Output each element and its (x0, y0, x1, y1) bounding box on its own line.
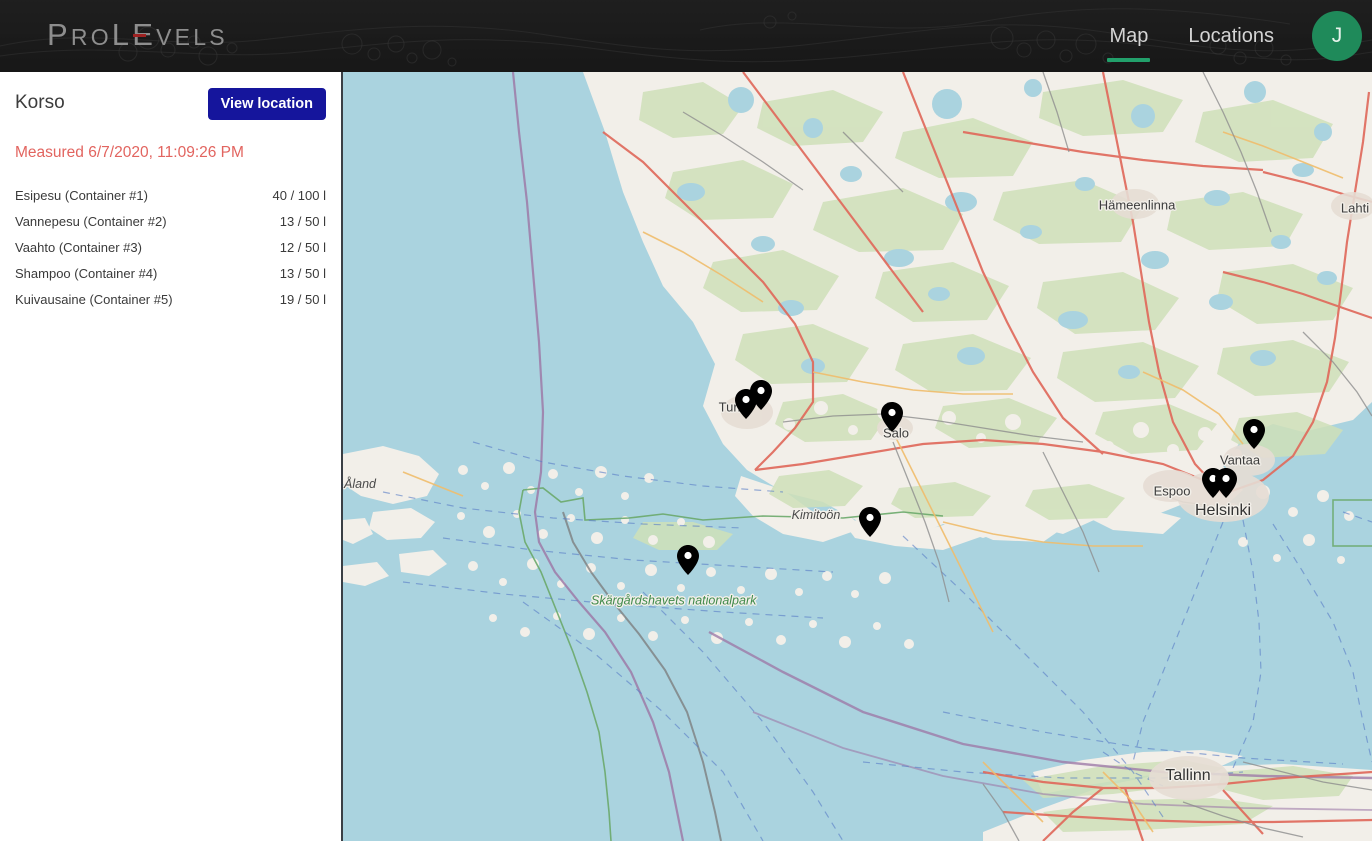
container-name: Shampoo (Container #4) (15, 265, 158, 281)
logo-letters-ro: RO (70, 24, 112, 50)
nav-tab-map-label: Map (1109, 25, 1149, 47)
container-row: Esipesu (Container #1) 40 / 100 l (15, 182, 326, 208)
map-marker-vantaa[interactable] (1243, 419, 1265, 449)
location-detail-panel: Korso View location Measured 6/7/2020, 1… (0, 72, 343, 841)
map-view[interactable]: Hämeenlinna Lahti Turku Salo Vantaa Espo… (343, 72, 1372, 841)
container-row: Vannepesu (Container #2) 13 / 50 l (15, 208, 326, 234)
location-title: Korso (15, 92, 65, 113)
container-row: Vaahto (Container #3) 12 / 50 l (15, 234, 326, 260)
container-level: 12 / 50 l (279, 239, 326, 255)
container-level: 40 / 100 l (272, 187, 327, 203)
map-marker-helsinki[interactable] (1215, 468, 1237, 498)
container-name: Vannepesu (Container #2) (15, 213, 167, 229)
container-level: 13 / 50 l (279, 213, 326, 229)
nav-tab-locations[interactable]: Locations (1186, 2, 1276, 70)
map-marker-kimito[interactable] (859, 507, 881, 537)
user-avatar[interactable]: J (1312, 11, 1362, 61)
panel-header: Korso View location (15, 88, 326, 124)
container-row: Shampoo (Container #4) 13 / 50 l (15, 260, 326, 286)
app-header: P RO L E VELS Map Locations J (0, 0, 1372, 72)
measured-timestamp: Measured 6/7/2020, 11:09:26 PM (15, 144, 244, 161)
container-level: 13 / 50 l (279, 265, 326, 281)
avatar-initial: J (1331, 24, 1343, 47)
container-levels-list: Esipesu (Container #1) 40 / 100 l Vannep… (15, 182, 326, 312)
container-row: Kuivausaine (Container #5) 19 / 50 l (15, 286, 326, 312)
active-tab-indicator (1107, 58, 1151, 62)
logo-letter-e-accent: E (132, 17, 157, 52)
map-marker-turku-2[interactable] (750, 380, 772, 410)
nav-tab-locations-label: Locations (1188, 25, 1274, 47)
nav-tab-map[interactable]: Map (1107, 2, 1151, 70)
logo-letter-l: L (111, 17, 133, 52)
map-marker-archipelago[interactable] (677, 545, 699, 575)
main-navigation: Map Locations (1107, 0, 1276, 72)
container-name: Vaahto (Container #3) (15, 239, 142, 255)
container-level: 19 / 50 l (279, 291, 326, 307)
map-marker-salo[interactable] (881, 402, 903, 432)
logo-letters-vels: VELS (156, 24, 228, 50)
container-name: Esipesu (Container #1) (15, 187, 148, 203)
logo-letter-p: P (47, 17, 71, 52)
container-name: Kuivausaine (Container #5) (15, 291, 173, 307)
map-tiles (343, 72, 1372, 841)
view-location-button[interactable]: View location (207, 88, 326, 120)
app-logo[interactable]: P RO L E VELS (47, 17, 228, 53)
